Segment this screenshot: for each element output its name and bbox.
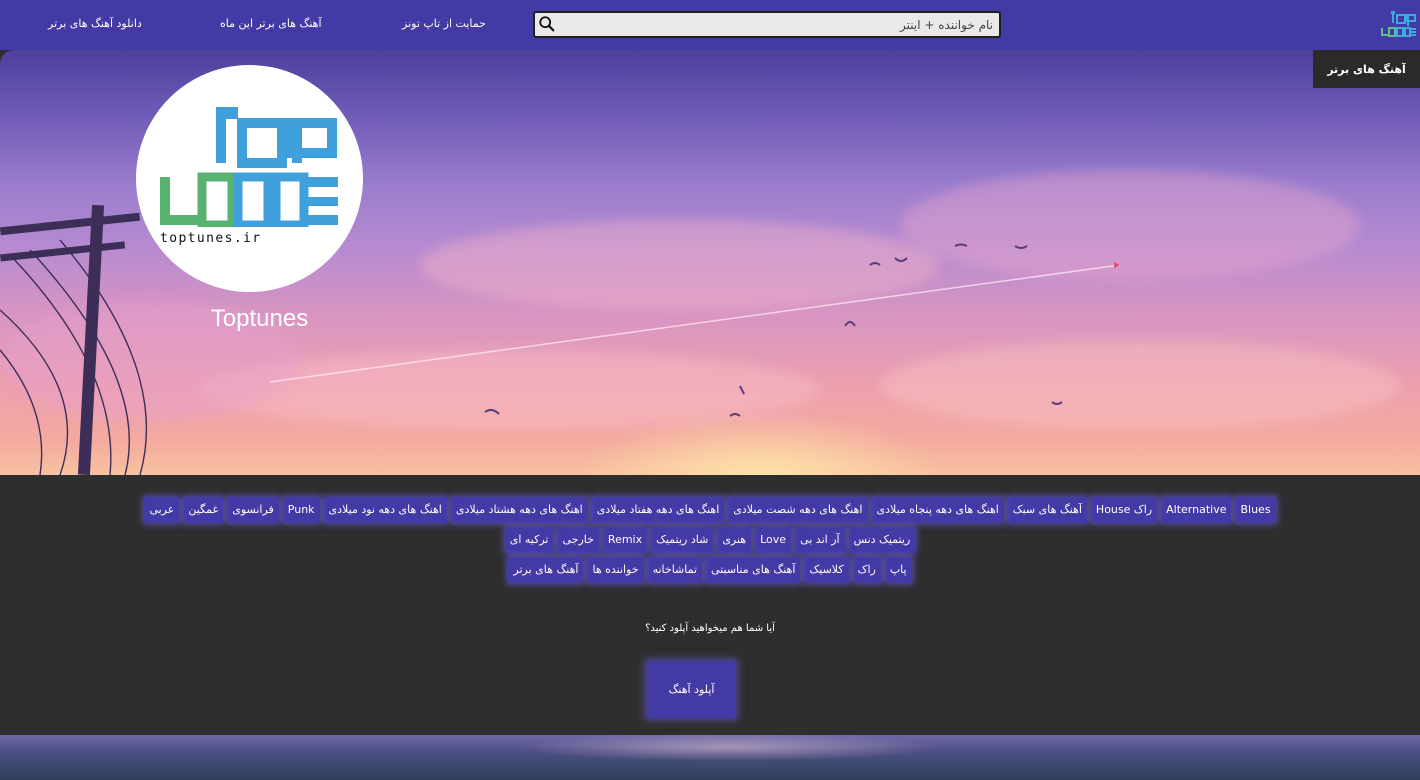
- top-navbar: دانلود آهنگ های برتر آهنگ های برتر این م…: [0, 0, 1420, 50]
- toptunes-logo: [160, 107, 338, 227]
- genre-section: Blues Alternative راک House آهنگ های سبک اهن…: [0, 475, 1420, 735]
- genre-button[interactable]: Punk: [282, 497, 320, 523]
- genre-list: Blues Alternative راک House آهنگ های سبک اهن…: [0, 497, 1420, 587]
- genre-row: پاپ راک کلاسیک آهنگ های مناسبتی تماشاخانه خوا…: [0, 557, 1420, 583]
- genre-button[interactable]: کلاسیک: [804, 557, 849, 583]
- genre-button[interactable]: آهنگ های برتر: [508, 557, 584, 583]
- channel-avatar[interactable]: toptunes.ir: [136, 65, 363, 292]
- nav-link-top-month[interactable]: آهنگ های برتر این ماه: [220, 17, 322, 30]
- channel-name: Toptunes: [210, 305, 309, 332]
- genre-button[interactable]: Remix: [602, 527, 648, 553]
- genre-button[interactable]: اهنگ های دهه هفتاد میلادی: [591, 497, 725, 523]
- plane-shape: [1114, 262, 1120, 268]
- nav-link-support[interactable]: حمایت از تاپ تونز: [402, 17, 486, 30]
- brand-logo[interactable]: [1378, 8, 1418, 40]
- genre-button[interactable]: آر اند بی: [795, 527, 845, 553]
- genre-button[interactable]: غمگین: [183, 497, 224, 523]
- footer-banner: [0, 735, 1420, 780]
- genre-button[interactable]: راک House: [1090, 497, 1158, 523]
- avatar-domain-text: toptunes.ir: [160, 231, 262, 246]
- genre-button[interactable]: ترکیه ای: [504, 527, 554, 553]
- power-pole: [0, 204, 148, 475]
- search-box: [533, 11, 1001, 38]
- genre-button[interactable]: تماشاخانه: [647, 557, 703, 583]
- genre-button[interactable]: اهنگ های دهه نود میلادی: [323, 497, 447, 523]
- search-input[interactable]: [559, 13, 995, 36]
- tab-top-songs[interactable]: آهنگ های برتر: [1313, 50, 1420, 88]
- bird-group: [484, 243, 1063, 417]
- genre-button[interactable]: راک: [852, 557, 881, 583]
- genre-row: Blues Alternative راک House آهنگ های سبک اهن…: [0, 497, 1420, 523]
- genre-button[interactable]: Blues: [1235, 497, 1276, 523]
- genre-button[interactable]: خواننده ها: [587, 557, 644, 583]
- upload-button[interactable]: آپلود آهنگ: [647, 661, 736, 718]
- genre-button[interactable]: فرانسوی: [227, 497, 279, 523]
- genre-button[interactable]: خارجی: [557, 527, 599, 553]
- genre-button[interactable]: Alternative: [1161, 497, 1232, 523]
- nav-link-download-top[interactable]: دانلود آهنگ های برتر: [48, 17, 142, 30]
- upload-question: آیا شما هم میخواهید آپلود کنید؟: [645, 623, 775, 634]
- genre-button[interactable]: هنری: [717, 527, 752, 553]
- search-icon[interactable]: [538, 15, 556, 33]
- genre-button[interactable]: آهنگ های مناسبتی: [706, 557, 801, 583]
- genre-row: ریتمیک دنس آر اند بی Love هنری شاد ریتمیک Rem…: [0, 527, 1420, 553]
- genre-button[interactable]: عربی: [144, 497, 180, 523]
- genre-button[interactable]: ریتمیک دنس: [848, 527, 916, 553]
- contrail-line: [269, 264, 1121, 383]
- genre-button[interactable]: اهنگ های دهه هشتاد میلادی: [450, 497, 588, 523]
- genre-button[interactable]: اهنگ های دهه شصت میلادی: [728, 497, 868, 523]
- genre-button[interactable]: شاد ریتمیک: [651, 527, 714, 553]
- genre-button[interactable]: آهنگ های سبک: [1007, 497, 1087, 523]
- genre-button[interactable]: Love: [755, 527, 792, 553]
- genre-button[interactable]: اهنگ های دهه پنجاه میلادی: [871, 497, 1004, 523]
- genre-button[interactable]: پاپ: [884, 557, 912, 583]
